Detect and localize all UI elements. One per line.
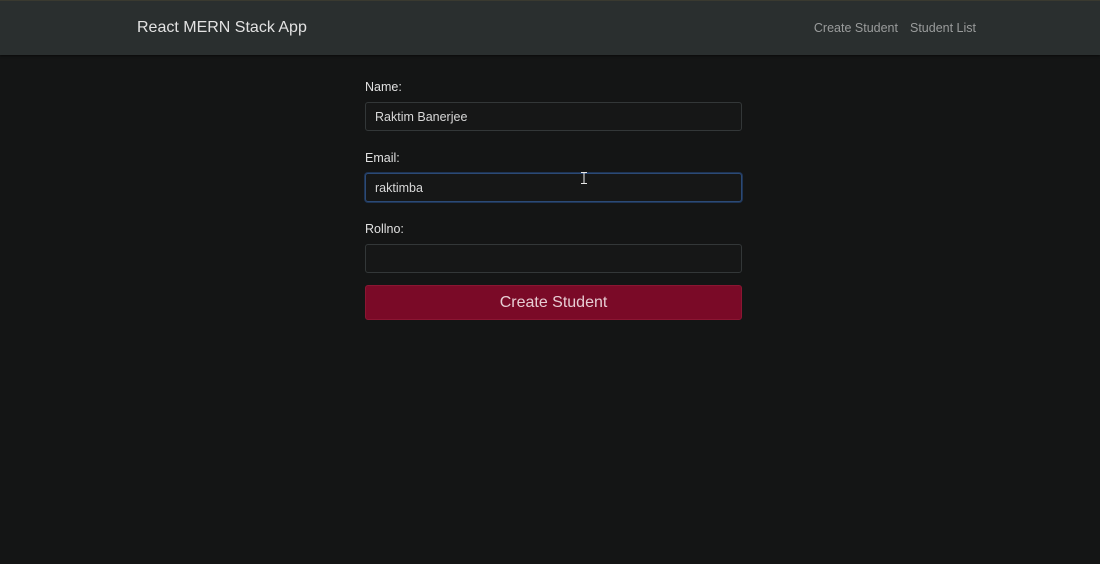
nav-link-create-student[interactable]: Create Student — [814, 21, 898, 35]
name-label: Name: — [365, 80, 402, 94]
nav-link-student-list[interactable]: Student List — [910, 21, 976, 35]
page: React MERN Stack App Create Student Stud… — [0, 0, 1100, 564]
create-student-button[interactable]: Create Student — [365, 285, 742, 320]
nav-links: Create Student Student List — [814, 21, 976, 35]
name-input[interactable] — [365, 102, 742, 131]
rollno-group: Rollno: — [365, 222, 742, 273]
name-group: Name: — [365, 80, 742, 131]
i-beam-cursor-icon — [581, 172, 587, 184]
email-label: Email: — [365, 151, 400, 165]
navbar: React MERN Stack App Create Student Stud… — [0, 0, 1100, 55]
create-student-form: Name: Email: Rollno: Create Student — [365, 80, 742, 320]
brand-link[interactable]: React MERN Stack App — [137, 19, 307, 37]
email-group: Email: — [365, 151, 742, 202]
rollno-input[interactable] — [365, 244, 742, 273]
email-input[interactable] — [365, 173, 742, 202]
rollno-label: Rollno: — [365, 222, 404, 236]
